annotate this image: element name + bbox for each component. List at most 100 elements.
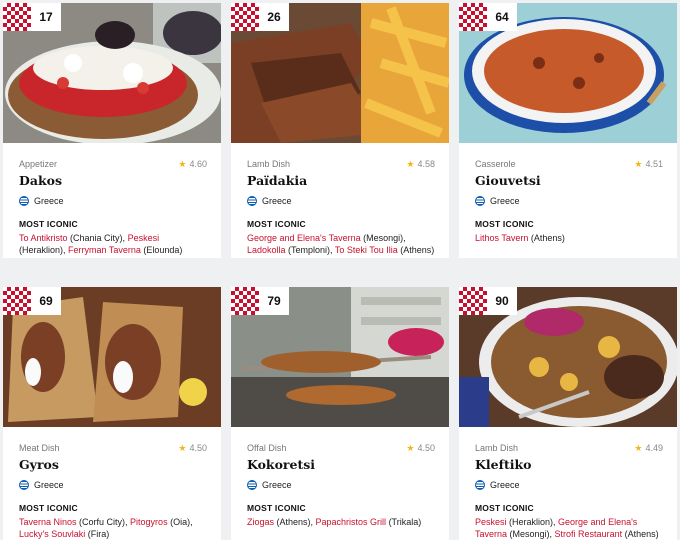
rank-badge: 17: [3, 3, 61, 31]
restaurant-location: (Athens): [622, 529, 659, 539]
most-iconic-label: MOST ICONIC: [247, 503, 306, 513]
rating-value: 4.60: [189, 159, 207, 169]
dish-grid: 17 Appetizer ★ 4.60 Dakos Greece MOST ICO…: [0, 0, 680, 540]
country-label: Greece: [490, 196, 520, 206]
dish-rating: ★ 4.49: [634, 443, 663, 454]
dish-photo[interactable]: 90: [459, 287, 677, 427]
rating-value: 4.50: [189, 443, 207, 453]
dish-card-gyros[interactable]: 69 Meat Dish ★ 4.50 Gyros Greece MOST ICO…: [3, 287, 221, 540]
dish-card-kleftiko[interactable]: 90 Lamb Dish ★ 4.49 Kleftiko Greece MOST …: [459, 287, 677, 540]
country-label: Greece: [34, 196, 64, 206]
dish-photo[interactable]: 64: [459, 3, 677, 143]
restaurant-location: (Heraklion),: [19, 245, 69, 255]
checkered-flag-icon: [231, 3, 259, 31]
rank-number: 90: [487, 287, 517, 315]
dish-country[interactable]: Greece: [19, 480, 207, 490]
restaurant-link[interactable]: Papachristos Grill: [316, 517, 387, 527]
restaurant-location: (Athens): [397, 245, 435, 255]
star-icon: ★: [406, 443, 415, 453]
restaurant-link[interactable]: Taverna Ninos: [19, 517, 77, 527]
restaurant-link[interactable]: Peskesi: [475, 517, 507, 527]
restaurant-location: (Fira): [85, 529, 110, 539]
restaurant-location: (Chania City),: [67, 233, 128, 243]
restaurant-location: (Corfu City),: [76, 517, 131, 527]
rank-number: 17: [31, 3, 61, 31]
rank-number: 26: [259, 3, 289, 31]
restaurant-location: (Heraklion),: [506, 517, 559, 527]
dish-country[interactable]: Greece: [475, 480, 663, 490]
dish-photo[interactable]: 79: [231, 287, 449, 427]
rank-number: 69: [31, 287, 61, 315]
most-iconic-label: MOST ICONIC: [247, 219, 306, 229]
most-iconic-label: MOST ICONIC: [19, 219, 78, 229]
restaurant-link[interactable]: Peskesi: [128, 233, 160, 243]
rank-number: 79: [259, 287, 289, 315]
dish-rating: ★ 4.51: [634, 159, 663, 170]
greece-flag-icon: [19, 196, 29, 206]
restaurant-link[interactable]: Strofi Restaurant: [555, 529, 623, 539]
dish-card-dakos[interactable]: 17 Appetizer ★ 4.60 Dakos Greece MOST ICO…: [3, 3, 221, 258]
restaurant-location: (Athens): [528, 233, 565, 243]
dish-name[interactable]: Païdakia: [247, 173, 435, 188]
country-label: Greece: [262, 480, 292, 490]
restaurant-link[interactable]: George and Elena's Taverna: [247, 233, 361, 243]
iconic-places: Peskesi (Heraklion), George and Elena's …: [475, 516, 663, 540]
restaurant-location: (Trikala): [386, 517, 422, 527]
dish-card-paidakia[interactable]: 26 Lamb Dish ★ 4.58 Païdakia Greece MOST …: [231, 3, 449, 258]
star-icon: ★: [634, 159, 643, 169]
star-icon: ★: [634, 443, 643, 453]
dish-country[interactable]: Greece: [19, 196, 207, 206]
restaurant-link[interactable]: To Antikristo: [19, 233, 68, 243]
dish-card-giouvetsi[interactable]: 64 Casserole ★ 4.51 Giouvetsi Greece MOST…: [459, 3, 677, 258]
dish-name[interactable]: Dakos: [19, 173, 207, 188]
restaurant-location: (Mesongi),: [360, 233, 406, 243]
restaurant-link[interactable]: Lithos Tavern: [475, 233, 528, 243]
restaurant-link[interactable]: To Steki Tou Ilia: [335, 245, 398, 255]
restaurant-location: (Elounda): [140, 245, 183, 255]
most-iconic-label: MOST ICONIC: [19, 503, 78, 513]
iconic-places: Ziogas (Athens), Papachristos Grill (Tri…: [247, 516, 435, 528]
iconic-places: Taverna Ninos (Corfu City), Pitogyros (O…: [19, 516, 207, 540]
dish-photo[interactable]: 69: [3, 287, 221, 427]
rating-value: 4.58: [417, 159, 435, 169]
iconic-places: George and Elena's Taverna (Mesongi), La…: [247, 232, 435, 256]
restaurant-link[interactable]: Ziogas: [247, 517, 274, 527]
country-label: Greece: [490, 480, 520, 490]
dish-rating: ★ 4.60: [178, 159, 207, 170]
star-icon: ★: [178, 159, 187, 169]
iconic-places: Lithos Tavern (Athens): [475, 232, 663, 244]
rank-badge: 79: [231, 287, 289, 315]
rank-badge: 69: [3, 287, 61, 315]
restaurant-link[interactable]: Pitogyros: [130, 517, 168, 527]
restaurant-link[interactable]: Lucky's Souvlaki: [19, 529, 85, 539]
star-icon: ★: [178, 443, 187, 453]
restaurant-link[interactable]: Ladokolla: [247, 245, 286, 255]
restaurant-location: (Oia),: [167, 517, 193, 527]
dish-rating: ★ 4.50: [406, 443, 435, 454]
checkered-flag-icon: [459, 287, 487, 315]
dish-card-kokoretsi[interactable]: 79 Offal Dish ★ 4.50 Kokoretsi Greece MOS…: [231, 287, 449, 540]
dish-country[interactable]: Greece: [247, 480, 435, 490]
dish-country[interactable]: Greece: [247, 196, 435, 206]
dish-name[interactable]: Kleftiko: [475, 457, 663, 472]
rank-number: 64: [487, 3, 517, 31]
star-icon: ★: [406, 159, 415, 169]
greece-flag-icon: [475, 480, 485, 490]
dish-country[interactable]: Greece: [475, 196, 663, 206]
most-iconic-label: MOST ICONIC: [475, 219, 534, 229]
country-label: Greece: [262, 196, 292, 206]
dish-name[interactable]: Gyros: [19, 457, 207, 472]
restaurant-link[interactable]: Ferryman Taverna: [68, 245, 141, 255]
dish-name[interactable]: Kokoretsi: [247, 457, 435, 472]
dish-name[interactable]: Giouvetsi: [475, 173, 663, 188]
rank-badge: 64: [459, 3, 517, 31]
rank-badge: 90: [459, 287, 517, 315]
checkered-flag-icon: [459, 3, 487, 31]
rating-value: 4.49: [645, 443, 663, 453]
dish-rating: ★ 4.58: [406, 159, 435, 170]
dish-photo[interactable]: 26: [231, 3, 449, 143]
most-iconic-label: MOST ICONIC: [475, 503, 534, 513]
country-label: Greece: [34, 480, 64, 490]
rank-badge: 26: [231, 3, 289, 31]
dish-photo[interactable]: 17: [3, 3, 221, 143]
